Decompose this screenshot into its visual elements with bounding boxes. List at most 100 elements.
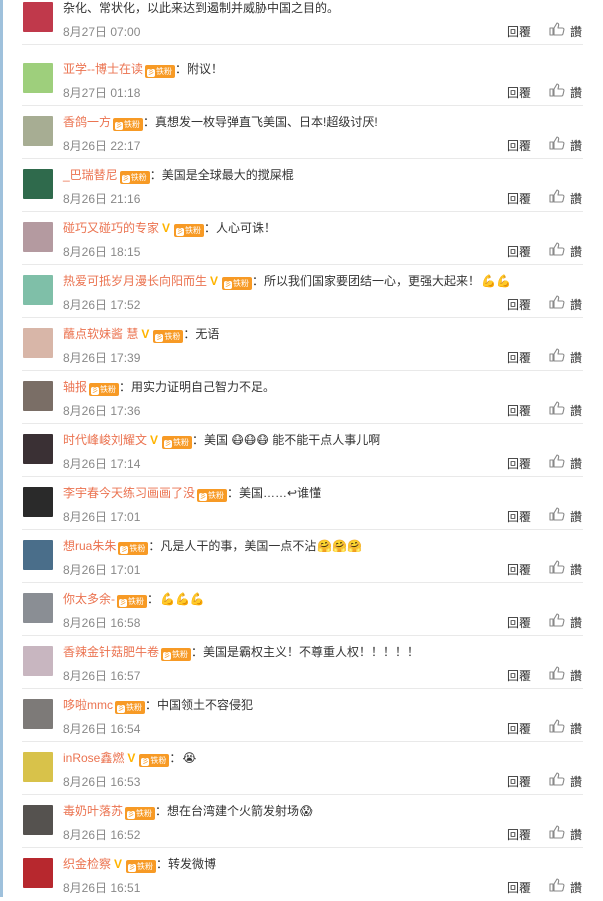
iron-fan-badge: 彡铁粉: [174, 224, 205, 237]
avatar[interactable]: [23, 381, 53, 411]
like-button[interactable]: 讚: [570, 137, 582, 154]
thumbs-up-icon[interactable]: [549, 454, 565, 468]
username-link[interactable]: 你太多余-: [63, 592, 115, 606]
username-link[interactable]: 热爱可抵岁月漫长向阳而生: [63, 274, 207, 288]
thumbs-up-icon[interactable]: [549, 878, 565, 892]
like-button[interactable]: 讚: [570, 402, 582, 419]
avatar[interactable]: [23, 540, 53, 570]
comment-item: 毒奶叶落苏彡铁粉 ：想在台湾建个火箭发射场😱 8月26日 16:52 回覆 讚: [0, 795, 603, 848]
like-button[interactable]: 讚: [570, 23, 582, 40]
timestamp: 8月27日 07:00: [63, 25, 141, 39]
thumbs-up-icon[interactable]: [549, 295, 565, 309]
reply-button[interactable]: 回覆: [507, 84, 531, 101]
reply-button[interactable]: 回覆: [507, 137, 531, 154]
avatar[interactable]: [23, 328, 53, 358]
username-link[interactable]: 香鸽一方: [63, 115, 111, 129]
reply-button[interactable]: 回覆: [507, 349, 531, 366]
thumbs-up-icon[interactable]: [549, 136, 565, 150]
like-button[interactable]: 讚: [570, 720, 582, 737]
avatar[interactable]: [23, 63, 53, 93]
avatar[interactable]: [23, 858, 53, 888]
reply-button[interactable]: 回覆: [507, 243, 531, 260]
reply-button[interactable]: 回覆: [507, 455, 531, 472]
username-link[interactable]: 香辣金针菇肥牛卷: [63, 645, 159, 659]
fan-level-icon: 彡: [115, 122, 124, 130]
comment-line: 织金检察 V 彡铁粉 ：转发微博: [63, 855, 579, 873]
thumbs-up-icon[interactable]: [549, 401, 565, 415]
avatar[interactable]: [23, 646, 53, 676]
reply-button[interactable]: 回覆: [507, 614, 531, 631]
like-button[interactable]: 讚: [570, 614, 582, 631]
like-button[interactable]: 讚: [570, 561, 582, 578]
avatar[interactable]: [23, 805, 53, 835]
avatar[interactable]: [23, 2, 53, 32]
like-button[interactable]: 讚: [570, 84, 582, 101]
iron-fan-badge: 彡铁粉: [162, 436, 193, 449]
like-button[interactable]: 讚: [570, 667, 582, 684]
reply-button[interactable]: 回覆: [507, 826, 531, 843]
like-button[interactable]: 讚: [570, 349, 582, 366]
username-link[interactable]: 轴报: [63, 380, 87, 394]
comment-line: _巴瑞替尼彡铁粉 ：美国是全球最大的搅屎棍: [63, 166, 579, 184]
username-link[interactable]: 想rua朱朱: [63, 539, 116, 553]
like-button[interactable]: 讚: [570, 879, 582, 896]
like-button[interactable]: 讚: [570, 455, 582, 472]
avatar[interactable]: [23, 222, 53, 252]
username-link[interactable]: _巴瑞替尼: [63, 168, 118, 182]
username-link[interactable]: 时代峰峻刘耀文: [63, 433, 147, 447]
iron-fan-badge: 彡铁粉: [125, 807, 156, 820]
username-link[interactable]: 蘸点软妹酱 慧: [63, 327, 138, 341]
reply-button[interactable]: 回覆: [507, 190, 531, 207]
reply-button[interactable]: 回覆: [507, 667, 531, 684]
thumbs-up-icon[interactable]: [549, 507, 565, 521]
username-link[interactable]: 亚学--博士在读: [63, 62, 143, 76]
thumbs-up-icon[interactable]: [549, 719, 565, 733]
avatar[interactable]: [23, 699, 53, 729]
thumbs-up-icon[interactable]: [549, 348, 565, 362]
thumbs-up-icon[interactable]: [549, 666, 565, 680]
username-link[interactable]: 碰巧又碰巧的专家: [63, 221, 159, 235]
reply-button[interactable]: 回覆: [507, 296, 531, 313]
avatar[interactable]: [23, 593, 53, 623]
reply-button[interactable]: 回覆: [507, 879, 531, 896]
reply-button[interactable]: 回覆: [507, 23, 531, 40]
fan-level-icon: 彡: [141, 758, 150, 766]
reply-button[interactable]: 回覆: [507, 773, 531, 790]
reply-button[interactable]: 回覆: [507, 508, 531, 525]
comment-line: inRose鑫燃 V 彡铁粉 ：😭: [63, 749, 579, 767]
like-button[interactable]: 讚: [570, 773, 582, 790]
like-button[interactable]: 讚: [570, 243, 582, 260]
like-button[interactable]: 讚: [570, 826, 582, 843]
avatar[interactable]: [23, 434, 53, 464]
username-link[interactable]: 毒奶叶落苏: [63, 804, 123, 818]
like-button[interactable]: 讚: [570, 508, 582, 525]
reply-button[interactable]: 回覆: [507, 561, 531, 578]
thumbs-up-icon[interactable]: [549, 560, 565, 574]
reply-button[interactable]: 回覆: [507, 402, 531, 419]
thumbs-up-icon[interactable]: [549, 189, 565, 203]
avatar[interactable]: [23, 275, 53, 305]
username-link[interactable]: 李宇春今天练习画画了没: [63, 486, 195, 500]
separator: ：: [145, 698, 158, 712]
like-button[interactable]: 讚: [570, 296, 582, 313]
avatar[interactable]: [23, 752, 53, 782]
thumbs-up-icon[interactable]: [549, 613, 565, 627]
avatar[interactable]: [23, 169, 53, 199]
username-link[interactable]: 织金检察: [63, 857, 111, 871]
reply-button[interactable]: 回覆: [507, 720, 531, 737]
username-link[interactable]: 哆啦mmc: [63, 698, 113, 712]
avatar[interactable]: [23, 116, 53, 146]
comment-text: 所以我们国家要团结一心，更强大起来！: [264, 274, 481, 288]
thumbs-up-icon[interactable]: [549, 83, 565, 97]
thumbs-up-icon[interactable]: [549, 22, 565, 36]
thumbs-up-icon[interactable]: [549, 825, 565, 839]
iron-fan-badge: 彡铁粉: [197, 489, 228, 502]
like-button[interactable]: 讚: [570, 190, 582, 207]
separator: ：: [148, 539, 161, 553]
username-link[interactable]: inRose鑫燃: [63, 751, 124, 765]
avatar[interactable]: [23, 487, 53, 517]
thumbs-up-icon[interactable]: [549, 242, 565, 256]
iron-fan-badge: 彡铁粉: [126, 860, 157, 873]
thumbs-up-icon[interactable]: [549, 772, 565, 786]
comment-item: 蘸点软妹酱 慧 V 彡铁粉 ：无语 8月26日 17:39 回覆 讚: [0, 318, 603, 371]
